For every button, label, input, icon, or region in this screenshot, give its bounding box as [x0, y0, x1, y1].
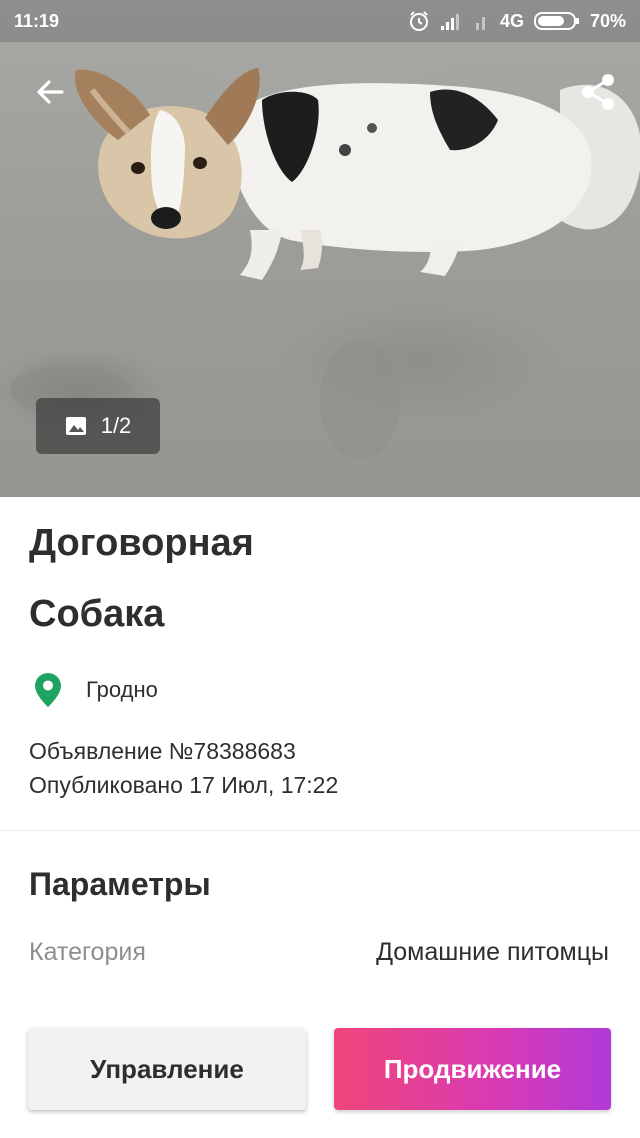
listing-title: Собака [29, 593, 165, 635]
photo-counter[interactable]: 1/2 [36, 398, 160, 454]
promote-button[interactable]: Продвижение [334, 1028, 611, 1110]
signal-icon [474, 11, 490, 31]
share-icon [582, 74, 614, 110]
network-type: 4G [499, 10, 524, 31]
param-key: Категория [29, 938, 146, 966]
image-icon [65, 417, 86, 435]
status-icons: 4G 70% [408, 10, 626, 32]
photo-counter-text: 1/2 [100, 413, 132, 438]
param-value: Домашние питомцы [376, 938, 609, 966]
alarm-icon [408, 10, 430, 32]
ad-number: Объявление №78388683 [29, 738, 296, 764]
arrow-back-icon [37, 80, 64, 104]
listing-location[interactable]: Гродно [34, 672, 158, 708]
battery-percent: 70% [589, 10, 626, 31]
divider [0, 830, 640, 831]
status-bar: 11:19 4G 70% [0, 0, 640, 42]
listing-price: Договорная [29, 522, 254, 564]
params-heading: Параметры [29, 866, 211, 902]
share-button[interactable] [574, 68, 622, 116]
location-pin-icon [35, 673, 61, 707]
signal-icon [440, 11, 464, 31]
manage-button[interactable]: Управление [28, 1028, 306, 1110]
listing-photo[interactable]: 11:19 4G 70% 1/2 [0, 0, 640, 497]
location-text: Гродно [86, 677, 158, 702]
published-date: Опубликовано 17 Июл, 17:22 [29, 772, 339, 798]
param-row-category: Категория Домашние питомцы [29, 938, 609, 967]
back-button[interactable] [26, 68, 74, 116]
status-time: 11:19 [14, 10, 60, 31]
battery-icon [533, 11, 580, 31]
